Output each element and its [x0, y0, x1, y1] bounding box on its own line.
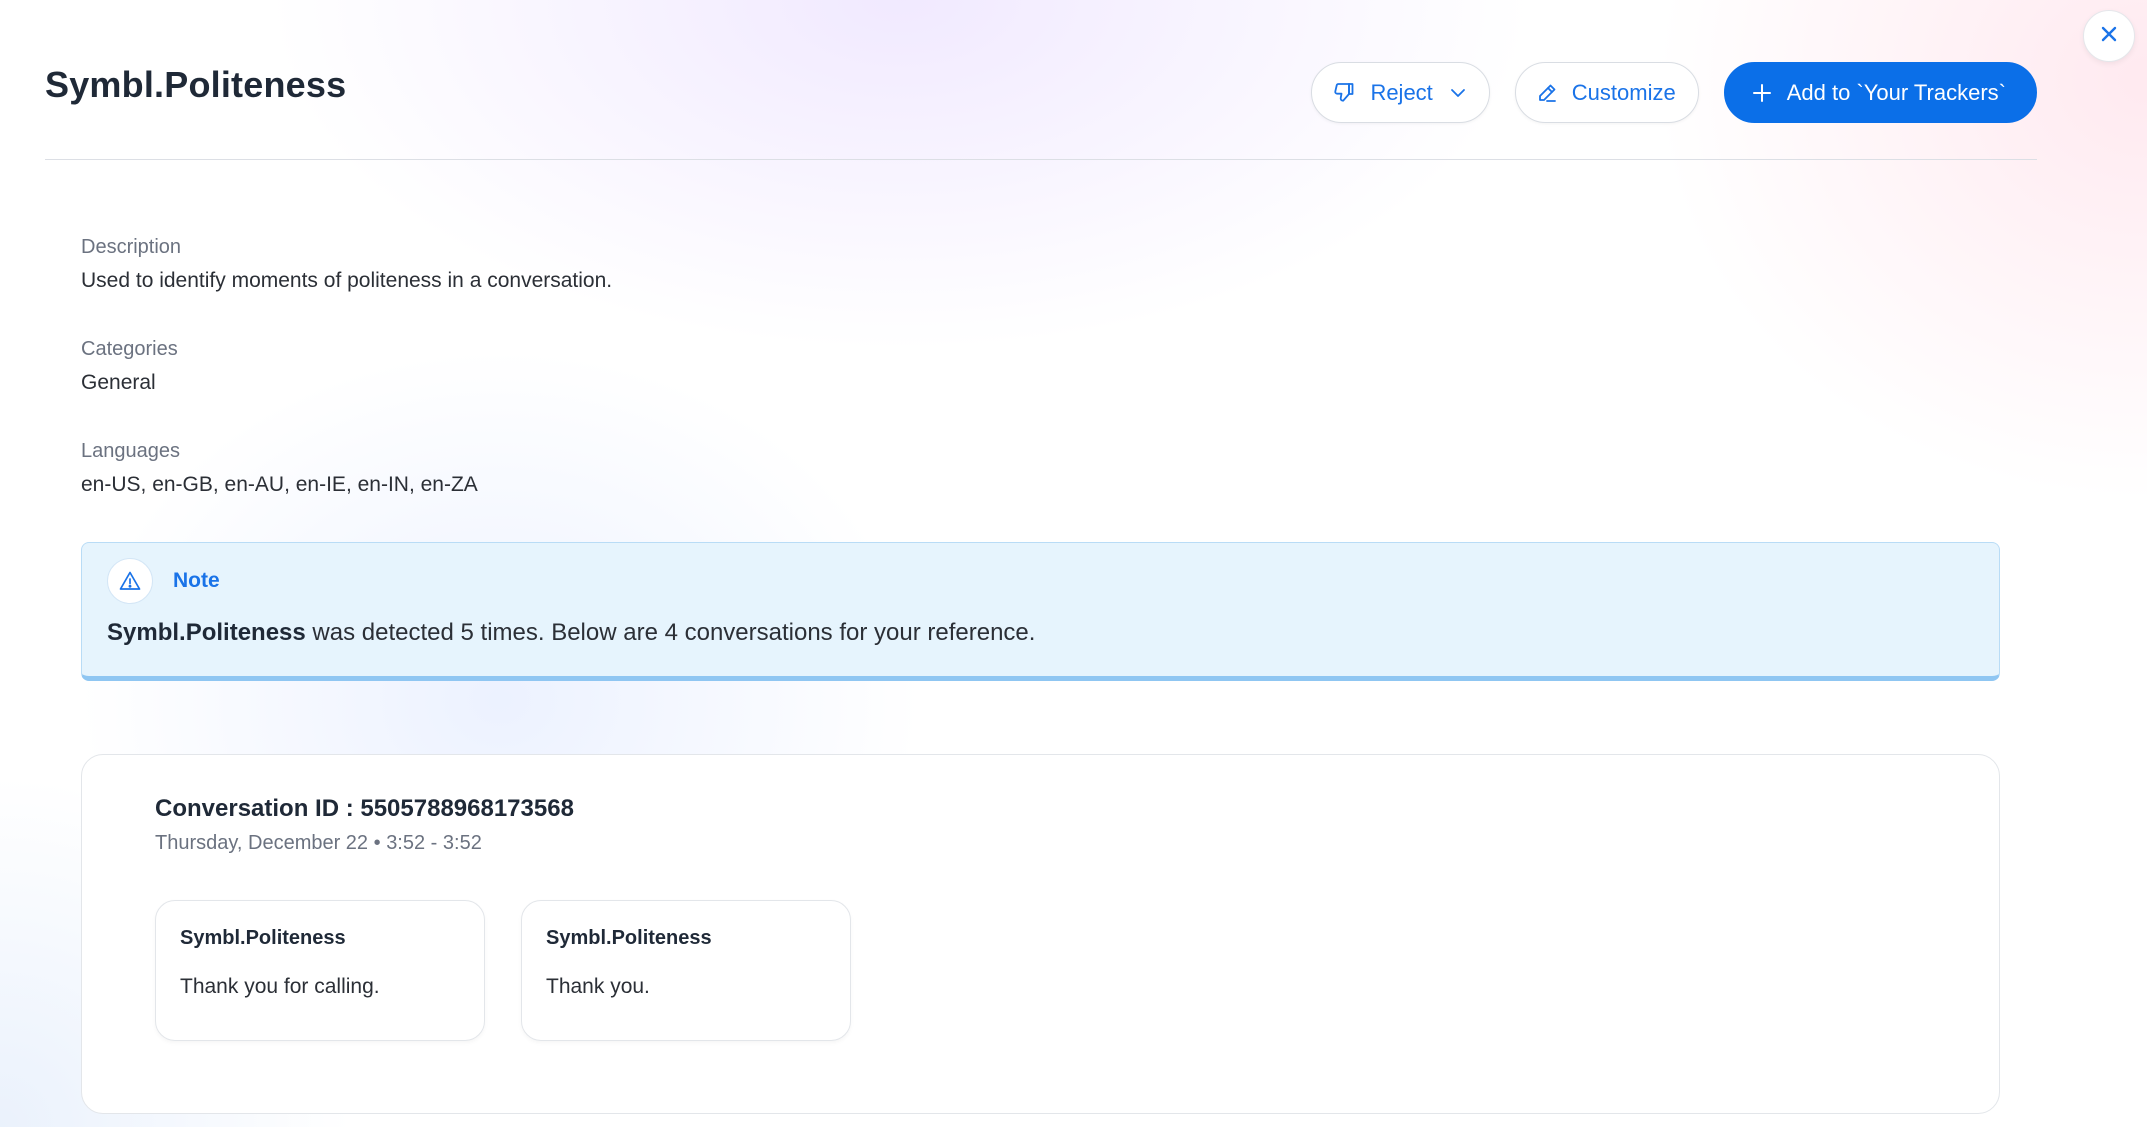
- pencil-icon: [1536, 82, 1558, 104]
- languages-value: en-US, en-GB, en-AU, en-IE, en-IN, en-ZA: [81, 473, 478, 496]
- add-to-trackers-label: Add to `Your Trackers`: [1786, 79, 2006, 105]
- note-title: Note: [173, 569, 220, 592]
- tracker-details: Description Used to identify moments of …: [81, 233, 2000, 539]
- description-field: Description Used to identify moments of …: [81, 233, 2000, 297]
- page-title: Symbl.Politeness: [45, 64, 347, 105]
- note-message: Symbl.Politeness was detected 5 times. B…: [107, 619, 1035, 647]
- description-value: Used to identify moments of politeness i…: [81, 269, 613, 292]
- conversation-date: Thursday, December 22: [155, 832, 369, 854]
- moment-card[interactable]: Symbl.Politeness Thank you.: [521, 900, 851, 1041]
- languages-field: Languages en-US, en-GB, en-AU, en-IE, en…: [81, 437, 2000, 501]
- moment-tracker-name: Symbl.Politeness: [180, 927, 346, 949]
- note-tracker-name: Symbl.Politeness: [107, 619, 306, 646]
- warning-triangle-icon: [107, 558, 153, 604]
- note-message-text: was detected 5 times. Below are 4 conver…: [305, 619, 1036, 646]
- header-actions: Reject Customize Add to `Your Trackers`: [1311, 62, 2037, 123]
- chevron-down-icon[interactable]: [1449, 84, 1467, 102]
- plus-icon: [1751, 82, 1773, 104]
- moment-card[interactable]: Symbl.Politeness Thank you for calling.: [155, 900, 485, 1041]
- categories-field: Categories General: [81, 335, 2000, 399]
- categories-value: General: [81, 371, 156, 394]
- reject-button[interactable]: Reject: [1311, 62, 1490, 123]
- conversation-datetime: Thursday, December 22 • 3:52 - 3:52: [155, 832, 482, 854]
- note-banner: Note Symbl.Politeness was detected 5 tim…: [81, 542, 2000, 681]
- close-icon: [2100, 25, 2118, 48]
- close-button[interactable]: [2083, 10, 2135, 62]
- conversation-card: Conversation ID : 5505788968173568 Thurs…: [81, 754, 2000, 1114]
- moment-text: Thank you for calling.: [180, 975, 380, 998]
- categories-label: Categories: [81, 338, 178, 360]
- conversation-time: 3:52 - 3:52: [386, 832, 482, 854]
- languages-label: Languages: [81, 440, 180, 462]
- moment-text: Thank you.: [546, 975, 650, 998]
- customize-button[interactable]: Customize: [1514, 62, 1699, 123]
- customize-button-label: Customize: [1571, 79, 1676, 105]
- conversation-id: Conversation ID : 5505788968173568: [155, 795, 574, 822]
- moment-tracker-name: Symbl.Politeness: [546, 927, 712, 949]
- moment-list: Symbl.Politeness Thank you for calling. …: [155, 900, 851, 1041]
- description-label: Description: [81, 236, 182, 258]
- thumbs-down-icon: [1332, 81, 1356, 105]
- reject-button-label: Reject: [1370, 79, 1433, 105]
- add-to-trackers-button[interactable]: Add to `Your Trackers`: [1723, 62, 2037, 123]
- note-header: Note: [107, 558, 220, 604]
- header: Symbl.Politeness Reject Customize Add to…: [45, 0, 2037, 160]
